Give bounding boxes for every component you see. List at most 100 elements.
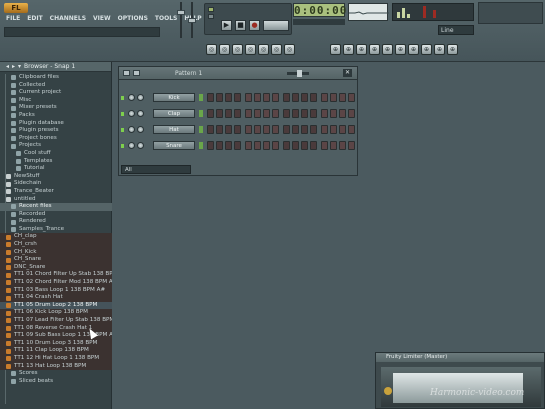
channel-mute-led[interactable] xyxy=(121,144,124,148)
browser-folder-item[interactable]: Packs xyxy=(0,112,112,120)
step-button[interactable] xyxy=(225,93,232,102)
tool-button[interactable]: ⊕ xyxy=(343,44,354,55)
step-button[interactable] xyxy=(301,125,308,134)
master-pitch-slider[interactable] xyxy=(188,18,196,23)
view-stepseq-button[interactable]: ◎ xyxy=(219,44,230,55)
step-button[interactable] xyxy=(283,93,290,102)
channel-volume-knob[interactable] xyxy=(137,94,144,101)
browser-folder-item[interactable]: Current project xyxy=(0,89,112,97)
browser-folder-item[interactable]: Mixer presets xyxy=(0,104,112,112)
tool-button[interactable]: ⊕ xyxy=(369,44,380,55)
step-button[interactable] xyxy=(339,109,346,118)
step-button[interactable] xyxy=(348,141,355,150)
channel-button[interactable]: Hat xyxy=(153,125,195,134)
browser-file-item[interactable]: TT1 12 Hi Hat Loop 1 138 BPM xyxy=(0,354,112,363)
step-button[interactable] xyxy=(330,125,337,134)
snap-select[interactable]: Line xyxy=(438,25,474,35)
browser-file-item[interactable]: CH_clap xyxy=(0,233,112,242)
step-button[interactable] xyxy=(254,93,261,102)
step-button[interactable] xyxy=(254,125,261,134)
view-browser-button[interactable]: ◎ xyxy=(245,44,256,55)
step-button[interactable] xyxy=(339,141,346,150)
channel-select-indicator[interactable] xyxy=(199,110,203,117)
step-button[interactable] xyxy=(234,125,241,134)
browser-file-item[interactable]: CH_Snare xyxy=(0,256,112,264)
view-playlist-button[interactable]: ◎ xyxy=(206,44,217,55)
step-button[interactable] xyxy=(330,93,337,102)
step-button[interactable] xyxy=(321,109,328,118)
rack-options-icon[interactable] xyxy=(123,70,130,76)
step-button[interactable] xyxy=(310,109,317,118)
step-button[interactable] xyxy=(207,93,214,102)
step-button[interactable] xyxy=(321,93,328,102)
channel-mute-led[interactable] xyxy=(121,96,124,100)
channel-pan-knob[interactable] xyxy=(128,94,135,101)
browser-file-item[interactable]: TT1 11 Clap Loop 138 BPM xyxy=(0,347,112,355)
step-button[interactable] xyxy=(216,109,223,118)
step-button[interactable] xyxy=(292,141,299,150)
browser-folder-item[interactable]: Misc xyxy=(0,97,112,105)
browser-file-item[interactable]: TT1 02 Chord Filter Mod 138 BPM A xyxy=(0,279,112,287)
song-mode-button[interactable] xyxy=(208,14,214,19)
step-button[interactable] xyxy=(245,141,252,150)
tool-button[interactable]: ⊕ xyxy=(382,44,393,55)
menu-channels[interactable]: CHANNELS xyxy=(48,14,88,24)
step-button[interactable] xyxy=(225,125,232,134)
browser-back-arrow-icon[interactable]: ◂ xyxy=(6,63,9,70)
step-button[interactable] xyxy=(339,125,346,134)
step-button[interactable] xyxy=(292,109,299,118)
step-button[interactable] xyxy=(310,125,317,134)
step-button[interactable] xyxy=(234,141,241,150)
browser-folder-item[interactable]: Project bones xyxy=(0,135,112,143)
browser-file-item[interactable]: TT1 10 Drum Loop 3 138 BPM xyxy=(0,339,112,348)
channel-volume-knob[interactable] xyxy=(137,110,144,117)
step-button[interactable] xyxy=(348,109,355,118)
record-button[interactable]: ● xyxy=(249,20,260,31)
step-sequencer-titlebar[interactable]: Pattern 1 ✕ xyxy=(119,67,357,80)
browser-file-item[interactable]: TT1 04 Crash Hat xyxy=(0,294,112,302)
browser-file-item[interactable]: TT1 13 Hat Loop 138 BPM xyxy=(0,362,112,371)
browser-folder-item[interactable]: Projects xyxy=(0,142,112,150)
browser-folder-item[interactable]: Plugin presets xyxy=(0,127,112,135)
channel-select-indicator[interactable] xyxy=(199,142,203,149)
browser-folder-item[interactable]: Rendered xyxy=(0,218,112,226)
step-button[interactable] xyxy=(272,125,279,134)
rack-view-icon[interactable] xyxy=(133,70,140,76)
step-button[interactable] xyxy=(225,141,232,150)
channel-pan-knob[interactable] xyxy=(128,110,135,117)
browser-file-item[interactable]: CH_crsh xyxy=(0,241,112,249)
menu-options[interactable]: OPTIONS xyxy=(116,14,150,24)
step-button[interactable] xyxy=(292,93,299,102)
channel-select-indicator[interactable] xyxy=(199,94,203,101)
tool-button[interactable]: ⊕ xyxy=(421,44,432,55)
step-button[interactable] xyxy=(310,93,317,102)
step-button[interactable] xyxy=(263,93,270,102)
step-button[interactable] xyxy=(254,109,261,118)
browser-folder-item[interactable]: Sliced beats xyxy=(0,378,112,386)
play-button[interactable]: ▶ xyxy=(221,20,232,31)
menu-view[interactable]: VIEW xyxy=(91,14,113,24)
step-button[interactable] xyxy=(245,125,252,134)
master-volume-slider[interactable] xyxy=(177,10,185,15)
browser-file-item[interactable]: CH_Kick xyxy=(0,248,112,257)
browser-folder-item[interactable]: Collected xyxy=(0,82,112,90)
step-button[interactable] xyxy=(272,141,279,150)
browser-forward-arrow-icon[interactable]: ▸ xyxy=(12,63,15,70)
step-button[interactable] xyxy=(234,93,241,102)
channel-select-indicator[interactable] xyxy=(199,126,203,133)
channel-button[interactable]: Clap xyxy=(153,109,195,118)
browser-folder-item[interactable]: Recent files xyxy=(0,203,112,211)
step-button[interactable] xyxy=(263,141,270,150)
browser-folder-item[interactable]: untitled xyxy=(0,196,112,204)
step-button[interactable] xyxy=(207,109,214,118)
plugin-knob-icon[interactable] xyxy=(384,387,392,395)
browser-folder-item[interactable]: Trance_Beater xyxy=(0,188,112,196)
browser-folder-item[interactable]: Samples_Trance xyxy=(0,226,112,234)
plugin-titlebar[interactable]: Fruity Limiter (Master) xyxy=(376,353,544,362)
browser-file-item[interactable]: TT1 07 Lead Filter Up Stab 138 BPM xyxy=(0,317,112,325)
channel-pan-knob[interactable] xyxy=(128,142,135,149)
step-button[interactable] xyxy=(292,125,299,134)
channel-pan-knob[interactable] xyxy=(128,126,135,133)
step-button[interactable] xyxy=(254,141,261,150)
menu-file[interactable]: FILE xyxy=(4,14,22,24)
